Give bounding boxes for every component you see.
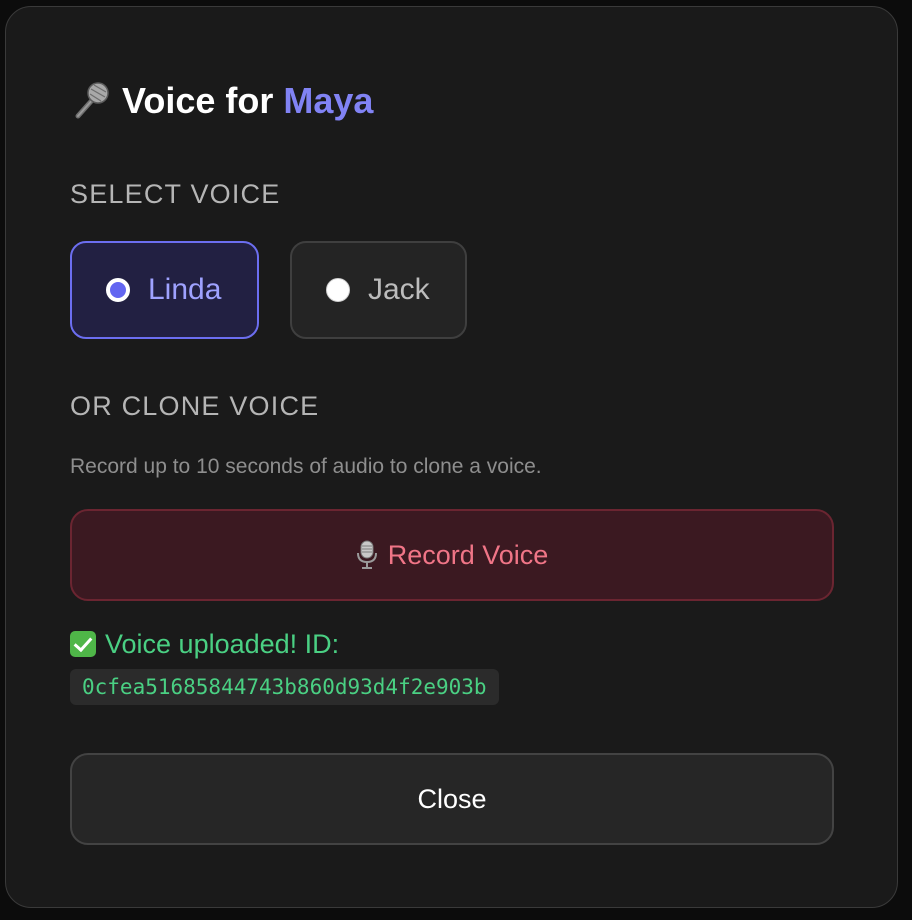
voice-option-linda[interactable]: Linda — [70, 241, 259, 339]
voice-option-jack[interactable]: Jack — [290, 241, 467, 339]
voice-id-code: 0cfea51685844743b860d93d4f2e903b — [70, 669, 499, 705]
voice-option-label: Linda — [148, 273, 222, 306]
upload-status-text: Voice uploaded! ID: — [105, 628, 340, 659]
modal-title: Voice for Maya — [70, 79, 373, 123]
select-voice-label: SELECT VOICE — [70, 179, 281, 209]
clone-hint: Record up to 10 seconds of audio to clon… — [70, 455, 542, 478]
voice-option-label: Jack — [368, 273, 430, 306]
radio-selected-icon[interactable] — [106, 278, 130, 302]
clone-voice-label: OR CLONE VOICE — [70, 391, 320, 421]
microphone-icon — [70, 80, 112, 122]
close-button[interactable]: Close — [70, 753, 834, 845]
check-mark-icon — [70, 631, 96, 657]
radio-unselected-icon[interactable] — [326, 278, 350, 302]
voice-modal: Voice for Maya SELECT VOICE Linda Jack O… — [5, 6, 898, 908]
title-prefix: Voice for — [122, 80, 274, 121]
character-name: Maya — [283, 80, 374, 121]
record-voice-button[interactable]: Record Voice — [70, 509, 834, 601]
record-voice-label: Record Voice — [387, 539, 549, 570]
studio-microphone-icon — [356, 540, 378, 570]
upload-status: Voice uploaded! ID: — [70, 627, 339, 661]
